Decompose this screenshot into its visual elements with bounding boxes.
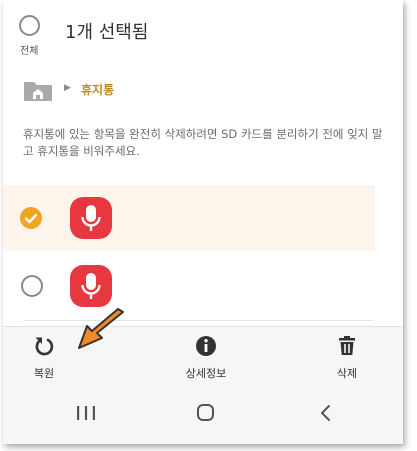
home-icon[interactable] bbox=[185, 398, 225, 428]
list-item[interactable] bbox=[3, 253, 403, 321]
unchecked-checkbox[interactable] bbox=[21, 275, 43, 297]
home-folder-icon[interactable] bbox=[23, 80, 53, 102]
breadcrumb-separator-icon: ▶ bbox=[64, 83, 71, 93]
selection-count-title: 1개 선택됨 bbox=[65, 22, 149, 43]
restore-label: 복원 bbox=[33, 367, 55, 380]
delete-label: 삭제 bbox=[336, 367, 358, 380]
details-button[interactable]: 상세정보 bbox=[161, 333, 251, 381]
breadcrumb-current-folder[interactable]: 휴지통 bbox=[81, 81, 114, 98]
voice-recorder-icon bbox=[70, 197, 112, 239]
trash-icon bbox=[339, 336, 355, 355]
list-item[interactable] bbox=[3, 185, 375, 251]
select-all-label: 전체 bbox=[20, 46, 39, 57]
recent-apps-icon[interactable] bbox=[66, 398, 106, 428]
info-icon bbox=[196, 336, 216, 356]
details-label: 상세정보 bbox=[185, 367, 227, 380]
trash-notice: 휴지통에 있는 항목을 완전히 삭제하려면 SD 카드를 분리하기 전에 잊지 … bbox=[23, 127, 383, 158]
checkmark-icon bbox=[24, 213, 38, 224]
restore-icon bbox=[35, 337, 54, 356]
back-icon[interactable] bbox=[305, 398, 345, 428]
pointer-arrow-icon bbox=[78, 308, 124, 349]
system-navigation-bar bbox=[3, 384, 403, 444]
breadcrumb: ▶ 휴지통 bbox=[3, 72, 403, 108]
checked-checkbox[interactable] bbox=[20, 207, 42, 229]
selection-header: 전체 1개 선택됨 bbox=[3, 0, 403, 62]
bottom-toolbar: 복원 상세정보 삭제 bbox=[3, 326, 403, 385]
voice-recorder-icon bbox=[70, 265, 112, 307]
screen: 전체 1개 선택됨 ▶ 휴지통 휴지통에 있는 항목을 완전히 삭제하려면 SD… bbox=[3, 0, 403, 444]
select-all-checkbox[interactable] bbox=[19, 15, 40, 36]
delete-button[interactable]: 삭제 bbox=[302, 333, 392, 381]
